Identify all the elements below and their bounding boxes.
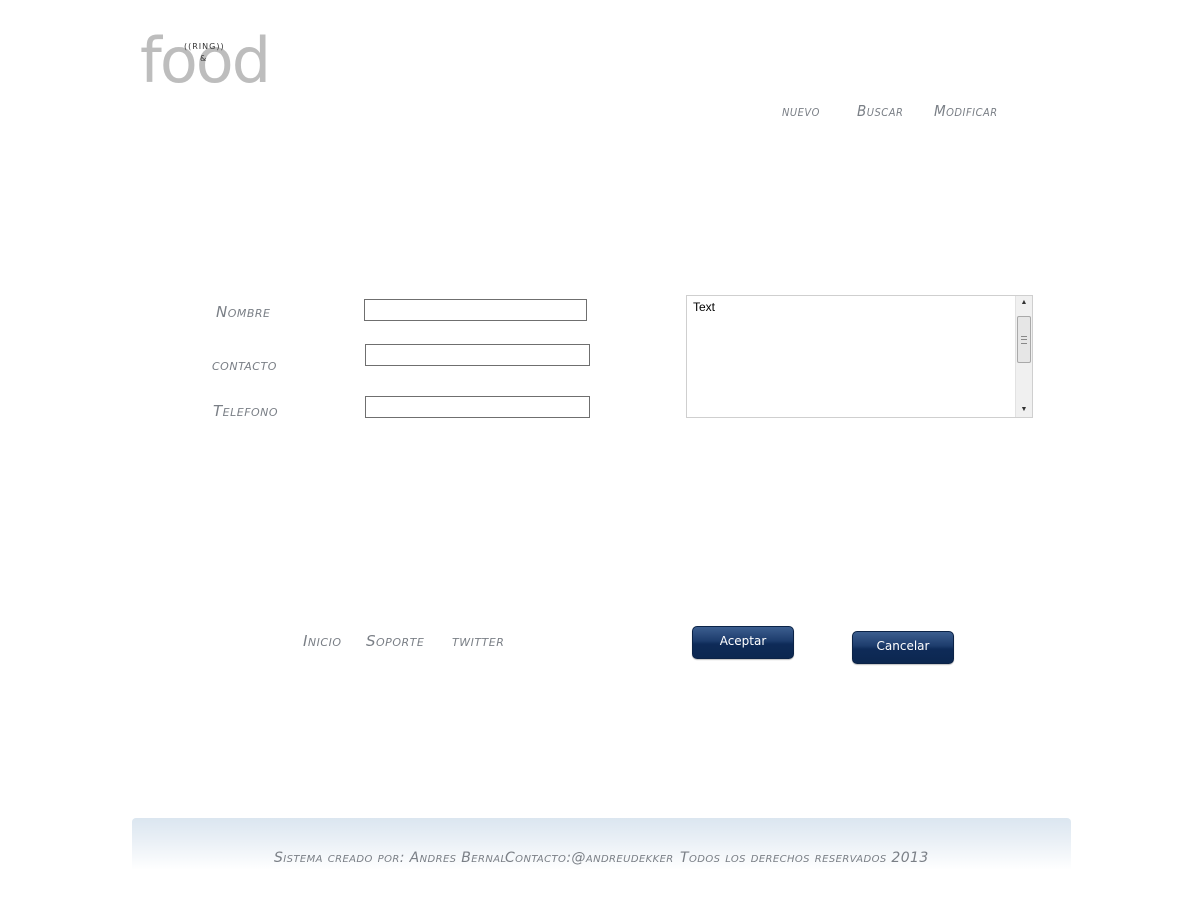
footer-contact: Contacto:@andreudekker [505,850,674,866]
logo: food ((RING)) & [140,30,280,98]
nombre-label: Nombre [216,303,271,321]
menu-buscar[interactable]: Buscar [857,102,903,120]
scroll-up-arrow-icon[interactable]: ▲ [1016,296,1032,310]
notes-textarea[interactable]: Text [687,296,1016,417]
cancelar-button[interactable]: Cancelar [852,631,954,664]
notes-textarea-container: Text ▲ ▼ [686,295,1033,418]
menu-modificar[interactable]: Modificar [934,102,998,120]
menu-nuevo[interactable]: nuevo [782,102,820,120]
telefono-field[interactable] [365,396,590,418]
scroll-down-arrow-icon[interactable]: ▼ [1016,403,1032,417]
footer-link-soporte[interactable]: Soporte [366,632,424,650]
telefono-label: Telefono [213,402,279,420]
aceptar-button[interactable]: Aceptar [692,626,794,659]
footer-link-twitter[interactable]: twitter [452,632,504,650]
footer-rights: Todos los derechos reservados 2013 [680,850,929,866]
notes-scrollbar[interactable]: ▲ ▼ [1015,296,1032,417]
nombre-field[interactable] [364,299,587,321]
logo-ampersand: & [200,54,207,63]
contacto-label: contacto [212,356,277,374]
thumb-grip-icon [1021,336,1027,344]
contacto-field[interactable] [365,344,590,366]
footer-link-inicio[interactable]: Inicio [303,632,341,650]
footer-credit: Sistema creado por: Andres Bernal [274,850,507,866]
logo-ring-text: ((RING)) [184,42,225,51]
scrollbar-thumb[interactable] [1017,316,1031,363]
